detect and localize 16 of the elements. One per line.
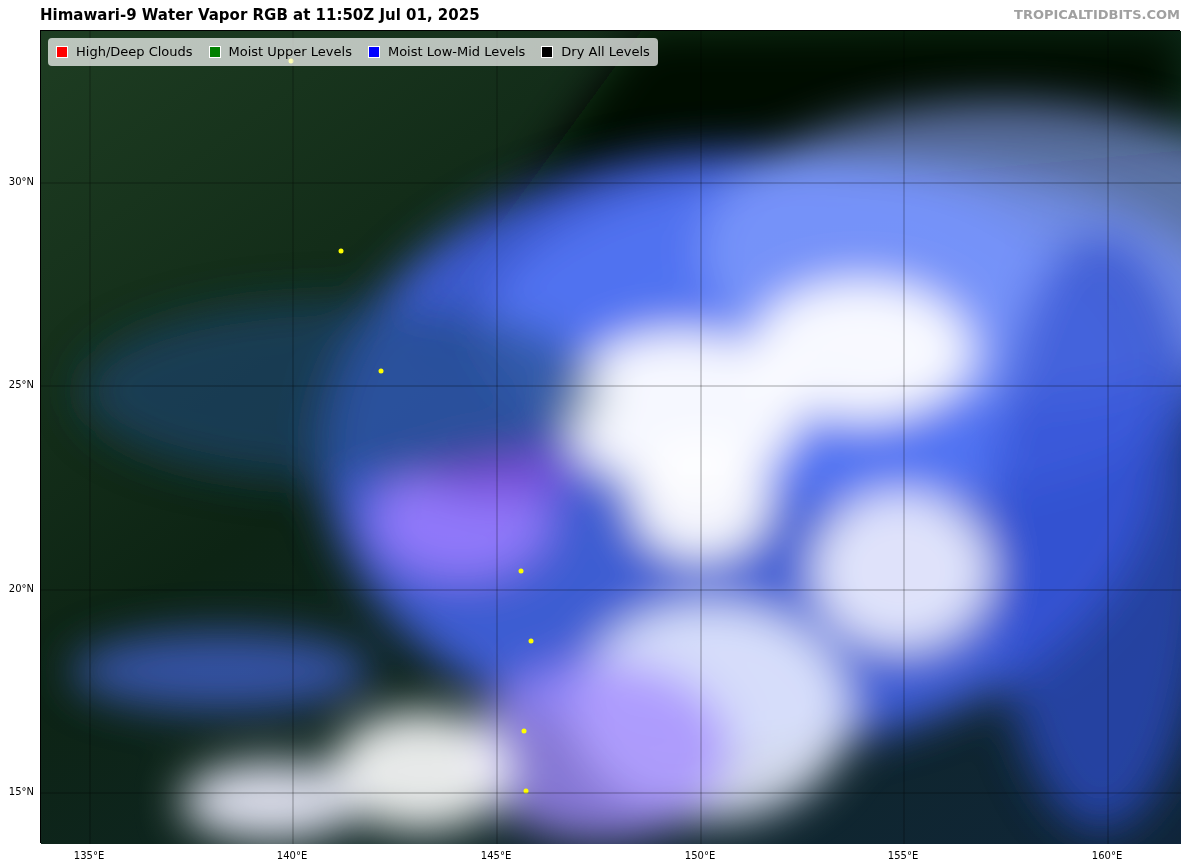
longitude-label: 160°E (1091, 851, 1123, 861)
longitude-label: 145°E (480, 851, 512, 861)
longitude-label: 150°E (684, 851, 716, 861)
legend-label: Dry All Levels (561, 43, 650, 61)
legend-label: Moist Upper Levels (228, 43, 352, 61)
latitude-label: 15°N (8, 787, 34, 797)
longitude-label: 155°E (887, 851, 919, 861)
legend-label: High/Deep Clouds (76, 43, 193, 61)
credit-text: TROPICALTIDBITS.COM (1014, 6, 1180, 25)
chart-title: Himawari-9 Water Vapor RGB at 11:50Z Jul 01, 2025 (40, 4, 480, 26)
legend-label: Moist Low-Mid Levels (387, 43, 526, 61)
longitude-label: 140°E (276, 851, 308, 861)
latitude-label: 25°N (8, 380, 34, 390)
latitude-label: 20°N (8, 584, 34, 594)
longitude-label: 135°E (73, 851, 105, 861)
latitude-label: 30°N (8, 177, 34, 187)
